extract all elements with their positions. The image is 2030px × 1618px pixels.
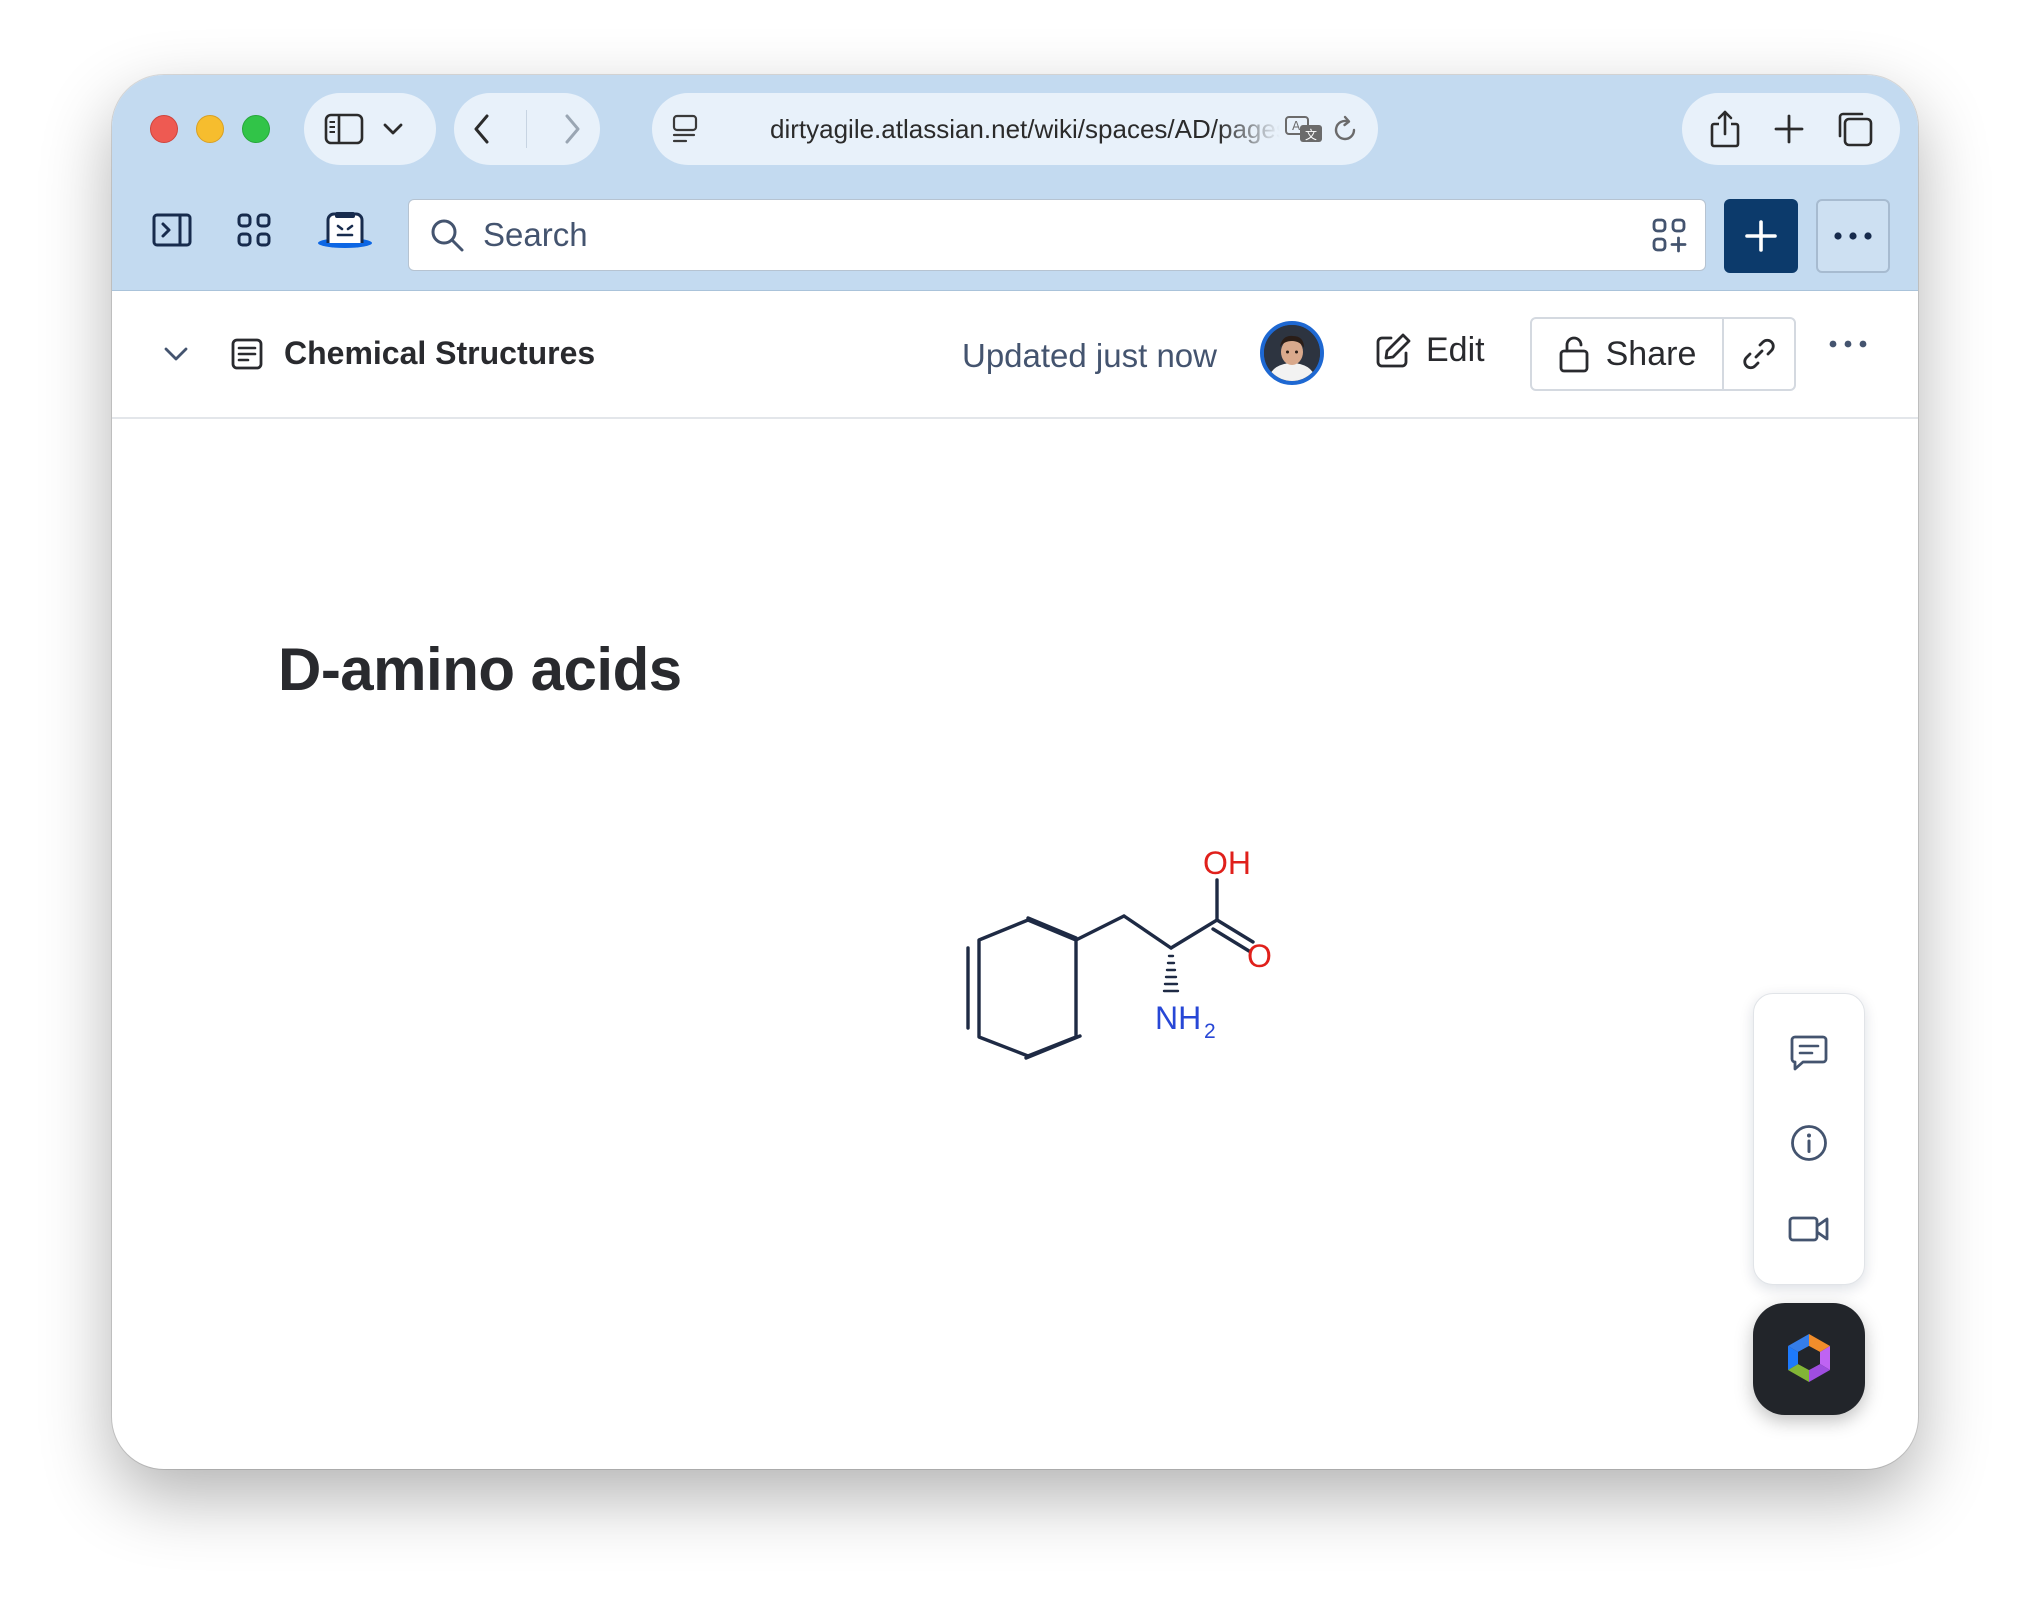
updated-status[interactable]: Updated just now [962, 337, 1217, 375]
nav-divider [526, 110, 528, 148]
create-button[interactable] [1724, 199, 1798, 273]
share-group: Share [1530, 317, 1796, 391]
page-header: Chemical Structures Updated just now Edi… [112, 291, 1918, 419]
video-icon[interactable] [1788, 1214, 1830, 1244]
comment-icon[interactable] [1789, 1034, 1829, 1072]
content-heading: D-amino acids [278, 636, 682, 703]
browser-actions-group [1682, 93, 1900, 165]
maximize-window-button[interactable] [242, 115, 270, 143]
search-icon [429, 217, 465, 253]
share-label: Share [1605, 334, 1697, 373]
product-nav-left [152, 210, 374, 250]
bond-ch2-calpha [1122, 914, 1173, 950]
sidebar-toggle-group [304, 93, 436, 165]
chevron-down-icon[interactable] [382, 122, 404, 136]
topnav-more-button[interactable] [1816, 199, 1890, 273]
forward-icon[interactable] [561, 112, 583, 146]
label-o: O [1247, 938, 1272, 974]
browser-window: dirtyagile.atlassian.net/wiki/spaces/AD/… [112, 75, 1918, 1469]
url-text[interactable]: dirtyagile.atlassian.net/wiki/spaces/AD/… [770, 114, 1280, 145]
address-bar[interactable]: dirtyagile.atlassian.net/wiki/spaces/AD/… [652, 93, 1378, 165]
side-tool-panel [1753, 993, 1865, 1285]
address-bar-actions: A文 [1284, 114, 1360, 144]
avatar[interactable] [1260, 321, 1324, 385]
sidebar-icon[interactable] [324, 113, 364, 145]
new-tab-icon[interactable] [1773, 113, 1805, 145]
app-switcher-icon[interactable] [236, 212, 272, 248]
hashed-wedge-bond [1162, 954, 1180, 993]
label-oh: OH [1203, 845, 1251, 881]
svg-text:A: A [1292, 119, 1301, 133]
rovo-logo-icon [1780, 1330, 1838, 1388]
svg-text:文: 文 [1305, 127, 1317, 142]
expand-sidebar-icon[interactable] [152, 213, 192, 247]
browser-toolbar: dirtyagile.atlassian.net/wiki/spaces/AD/… [112, 75, 1918, 291]
page-breadcrumb: Chemical Structures [162, 335, 595, 372]
collapse-chevron-icon[interactable] [162, 345, 190, 363]
reload-icon[interactable] [1332, 114, 1360, 144]
page-icon [230, 337, 264, 371]
pencil-icon [1374, 332, 1412, 370]
bond-calpha-carboxyl [1169, 918, 1219, 950]
confluence-logo-icon[interactable] [316, 210, 374, 250]
search-field[interactable] [408, 199, 1706, 271]
edit-button[interactable]: Edit [1374, 331, 1485, 370]
page-more-icon[interactable] [1828, 339, 1868, 349]
label-nh: NH [1155, 1000, 1201, 1036]
search-input[interactable] [481, 215, 1651, 255]
page-settings-icon[interactable] [672, 114, 700, 144]
traffic-lights [150, 115, 270, 143]
close-window-button[interactable] [150, 115, 178, 143]
plus-icon [1744, 219, 1778, 253]
link-icon [1741, 336, 1777, 372]
page-title[interactable]: Chemical Structures [284, 335, 595, 372]
unlock-icon [1558, 334, 1590, 374]
benzene-ring [977, 918, 1078, 1058]
search-filter-icon[interactable] [1651, 217, 1687, 253]
label-subscript: 2 [1204, 1020, 1216, 1043]
more-icon [1833, 231, 1873, 241]
ring-double-bond-3 [1026, 916, 1078, 940]
edit-label: Edit [1426, 331, 1485, 369]
history-nav-group [454, 93, 600, 165]
info-icon[interactable] [1789, 1123, 1829, 1163]
minimize-window-button[interactable] [196, 115, 224, 143]
bond-carboxyl-o-2 [1211, 927, 1251, 953]
tabs-overview-icon[interactable] [1836, 110, 1874, 148]
translate-icon[interactable]: A文 [1284, 114, 1324, 144]
copy-link-button[interactable] [1724, 319, 1794, 389]
rovo-ai-button[interactable] [1753, 1303, 1865, 1415]
share-button[interactable]: Share [1532, 319, 1724, 389]
back-icon[interactable] [471, 112, 493, 146]
chemical-structure[interactable]: OH O NH 2 [832, 780, 1312, 1070]
ring-double-bond-2 [1024, 1034, 1082, 1060]
share-icon[interactable] [1708, 108, 1742, 150]
bond-ring-ch2 [1074, 914, 1126, 942]
